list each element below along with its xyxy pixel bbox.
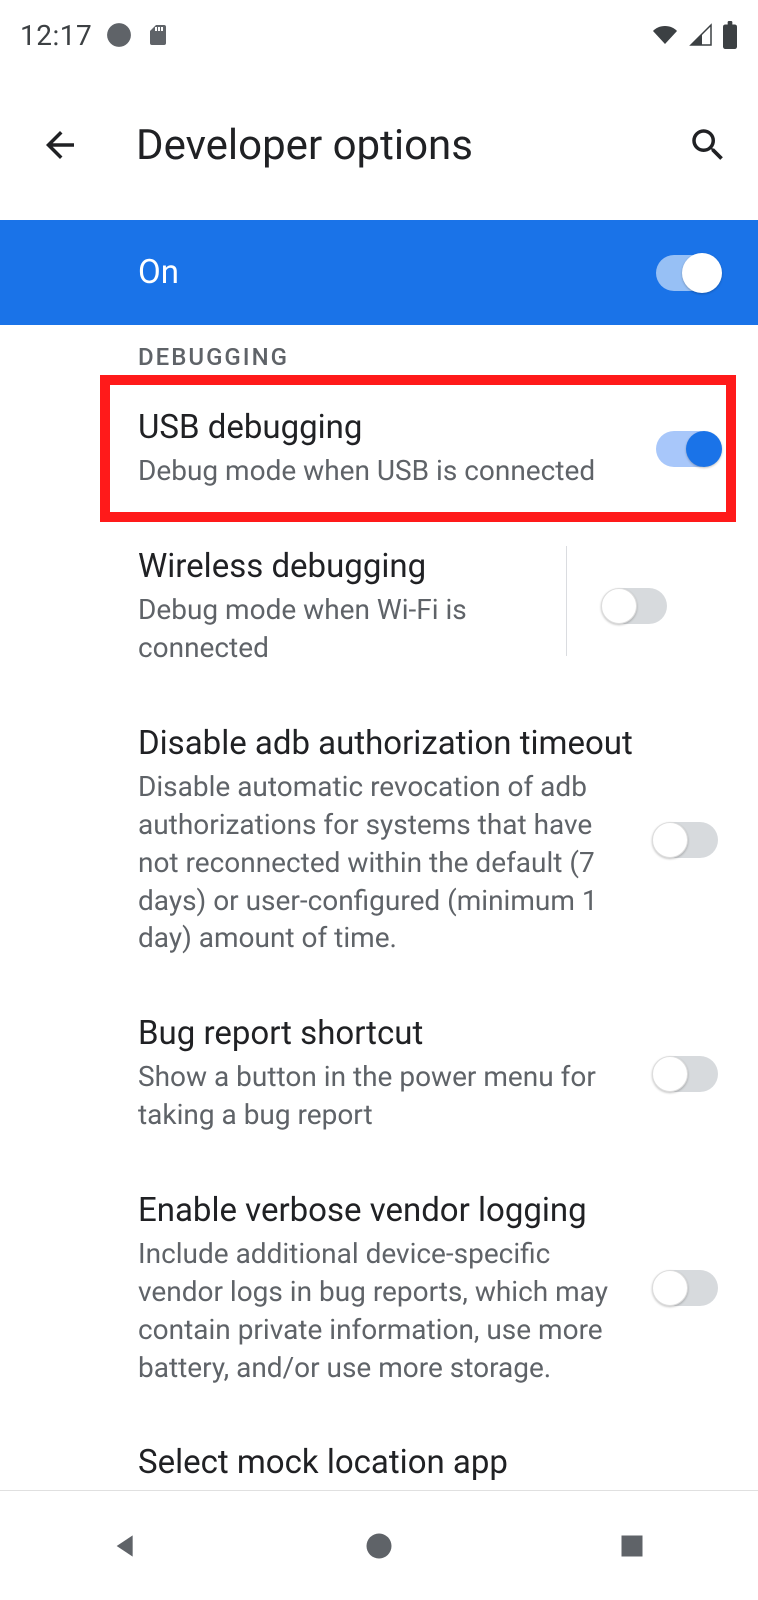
- item-title: Select mock location app: [138, 1442, 718, 1483]
- nav-back-button[interactable]: [96, 1516, 156, 1576]
- item-mock-location[interactable]: Select mock location app No mock locatio…: [0, 1414, 758, 1490]
- arrow-back-icon: [39, 124, 81, 166]
- search-button[interactable]: [678, 115, 738, 175]
- back-button[interactable]: [30, 115, 90, 175]
- nav-recents-button[interactable]: [602, 1516, 662, 1576]
- section-header-debugging: Debugging: [0, 325, 758, 379]
- status-bar: 12:17: [0, 0, 758, 70]
- signal-icon: [688, 23, 714, 47]
- item-subtitle: Debug mode when USB is connected: [138, 452, 636, 490]
- bug-report-shortcut-switch[interactable]: [656, 1056, 718, 1092]
- item-title: Wireless debugging: [138, 546, 538, 587]
- battery-icon: [722, 21, 738, 49]
- item-subtitle: Include additional device-specific vendo…: [138, 1235, 636, 1386]
- divider-icon: [566, 546, 567, 656]
- navigation-bar: [0, 1490, 758, 1600]
- item-title: USB debugging: [138, 407, 636, 448]
- wireless-debugging-switch[interactable]: [605, 588, 667, 624]
- item-bug-report-shortcut[interactable]: Bug report shortcut Show a button in the…: [0, 985, 758, 1162]
- nav-home-button[interactable]: [349, 1516, 409, 1576]
- usb-debugging-switch[interactable]: [656, 431, 718, 467]
- item-wireless-debugging[interactable]: Wireless debugging Debug mode when Wi-Fi…: [0, 518, 758, 695]
- item-subtitle: Show a button in the power menu for taki…: [138, 1058, 636, 1134]
- triangle-back-icon: [110, 1530, 142, 1562]
- item-title: Disable adb authorization timeout: [138, 723, 636, 764]
- item-subtitle: Disable automatic revocation of adb auth…: [138, 768, 636, 957]
- item-verbose-vendor-logging[interactable]: Enable verbose vendor logging Include ad…: [0, 1162, 758, 1414]
- item-title: Enable verbose vendor logging: [138, 1190, 636, 1231]
- item-usb-debugging[interactable]: USB debugging Debug mode when USB is con…: [0, 379, 758, 518]
- item-disable-adb-auth-timeout[interactable]: Disable adb authorization timeout Disabl…: [0, 695, 758, 985]
- master-toggle-switch[interactable]: [656, 255, 718, 291]
- circle-home-icon: [364, 1531, 394, 1561]
- dnd-icon: [106, 22, 132, 48]
- wifi-icon: [650, 23, 680, 47]
- adb-auth-timeout-switch[interactable]: [656, 822, 718, 858]
- search-icon: [687, 124, 729, 166]
- page-title: Developer options: [136, 121, 678, 170]
- status-clock: 12:17: [20, 19, 92, 52]
- master-toggle-label: On: [138, 253, 179, 292]
- item-subtitle: Debug mode when Wi-Fi is connected: [138, 591, 538, 667]
- verbose-vendor-logging-switch[interactable]: [656, 1270, 718, 1306]
- app-bar: Developer options: [0, 70, 758, 220]
- square-recents-icon: [618, 1532, 646, 1560]
- settings-list: USB debugging Debug mode when USB is con…: [0, 379, 758, 1490]
- item-title: Bug report shortcut: [138, 1013, 636, 1054]
- master-toggle-row[interactable]: On: [0, 220, 758, 325]
- sd-card-icon: [146, 22, 170, 48]
